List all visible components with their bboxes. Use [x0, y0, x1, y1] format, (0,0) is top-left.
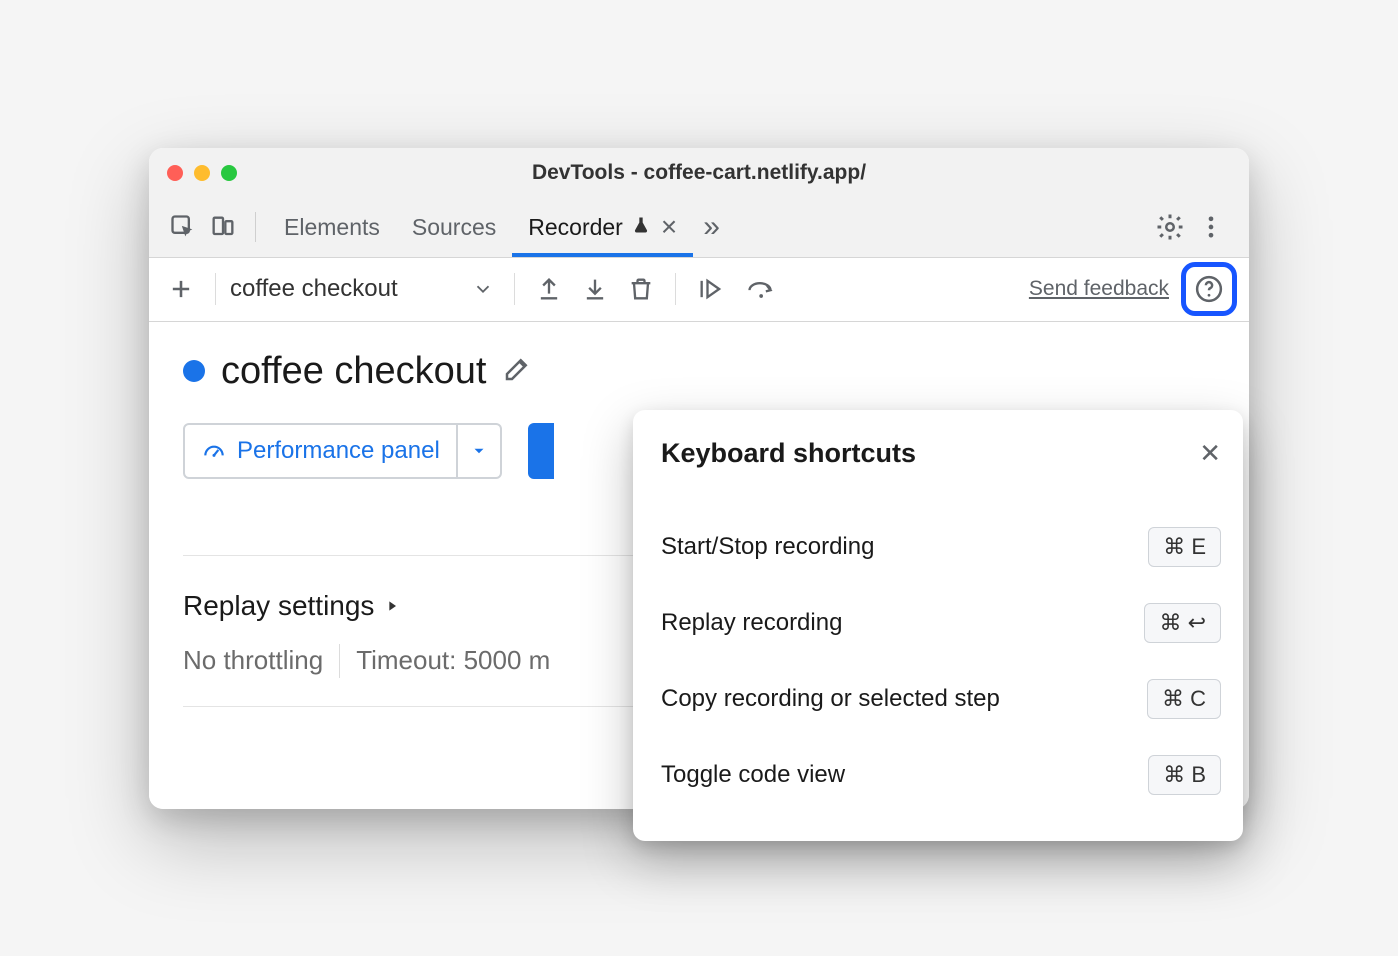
recorder-toolbar: coffee checkout Send feedback	[149, 258, 1249, 322]
more-tabs-icon[interactable]: »	[703, 210, 720, 244]
export-icon[interactable]	[529, 269, 569, 309]
perf-dropdown[interactable]	[458, 423, 502, 479]
divider	[215, 273, 216, 305]
settings-icon[interactable]	[1149, 206, 1191, 248]
replay-settings-label: Replay settings	[183, 590, 374, 622]
tab-elements[interactable]: Elements	[268, 197, 396, 257]
step-over-icon[interactable]	[738, 269, 782, 309]
inspect-icon[interactable]	[163, 207, 203, 247]
edit-icon[interactable]	[502, 354, 532, 389]
device-toggle-icon[interactable]	[203, 207, 243, 247]
tab-label: Elements	[284, 214, 380, 241]
divider	[675, 273, 676, 305]
help-button[interactable]	[1181, 262, 1237, 316]
flask-icon	[631, 214, 651, 241]
shortcut-keys: ⌘ E	[1148, 527, 1221, 567]
close-window-button[interactable]	[167, 165, 183, 181]
tab-label: Sources	[412, 214, 496, 241]
tabs-row: Elements Sources Recorder × »	[149, 198, 1249, 258]
recording-title: coffee checkout	[221, 350, 486, 393]
step-icon[interactable]	[690, 269, 732, 309]
perf-panel-label: Performance panel	[237, 437, 440, 465]
import-icon[interactable]	[575, 269, 615, 309]
timeout-value: Timeout: 5000 m	[356, 645, 550, 676]
maximize-window-button[interactable]	[221, 165, 237, 181]
divider	[339, 644, 340, 678]
kebab-menu-icon[interactable]	[1191, 207, 1231, 247]
shortcut-row: Start/Stop recording ⌘ E	[661, 509, 1221, 585]
titlebar: DevTools - coffee-cart.netlify.app/	[149, 148, 1249, 198]
window-title: DevTools - coffee-cart.netlify.app/	[532, 161, 866, 185]
caret-down-icon	[470, 442, 488, 460]
shortcut-label: Replay recording	[661, 609, 842, 637]
throttling-value: No throttling	[183, 645, 323, 676]
recording-title-row: coffee checkout	[183, 350, 1215, 393]
gauge-icon	[201, 438, 227, 464]
delete-icon[interactable]	[621, 269, 661, 309]
close-icon[interactable]: ✕	[1199, 438, 1221, 469]
devtools-window: DevTools - coffee-cart.netlify.app/ Elem…	[149, 148, 1249, 809]
recording-name-label: coffee checkout	[230, 275, 398, 302]
shortcut-keys: ⌘ C	[1147, 679, 1221, 719]
tab-label: Recorder	[528, 214, 623, 241]
shortcut-keys: ⌘ B	[1148, 755, 1221, 795]
divider	[255, 212, 256, 242]
shortcut-row: Replay recording ⌘ ↩	[661, 585, 1221, 661]
shortcut-row: Copy recording or selected step ⌘ C	[661, 661, 1221, 737]
popover-header: Keyboard shortcuts ✕	[661, 438, 1221, 469]
popover-title: Keyboard shortcuts	[661, 438, 916, 469]
help-icon	[1194, 274, 1224, 304]
minimize-window-button[interactable]	[194, 165, 210, 181]
chevron-down-icon[interactable]	[466, 272, 500, 306]
send-feedback-link[interactable]: Send feedback	[1029, 277, 1169, 301]
tab-recorder[interactable]: Recorder ×	[512, 197, 693, 257]
tab-sources[interactable]: Sources	[396, 197, 512, 257]
status-dot-icon	[183, 360, 205, 382]
caret-right-icon	[384, 598, 400, 614]
shortcut-keys: ⌘ ↩	[1144, 603, 1221, 643]
shortcut-label: Toggle code view	[661, 761, 845, 789]
shortcut-label: Copy recording or selected step	[661, 685, 1000, 713]
recording-name-select[interactable]: coffee checkout	[230, 275, 460, 303]
traffic-lights	[167, 165, 237, 181]
performance-panel-button[interactable]: Performance panel	[183, 423, 458, 479]
keyboard-shortcuts-popover: Keyboard shortcuts ✕ Start/Stop recordin…	[633, 410, 1243, 841]
shortcut-row: Toggle code view ⌘ B	[661, 737, 1221, 813]
new-recording-icon[interactable]	[161, 269, 201, 309]
replay-button[interactable]	[528, 423, 554, 479]
divider	[514, 273, 515, 305]
close-tab-icon[interactable]: ×	[661, 211, 677, 243]
shortcut-label: Start/Stop recording	[661, 533, 874, 561]
